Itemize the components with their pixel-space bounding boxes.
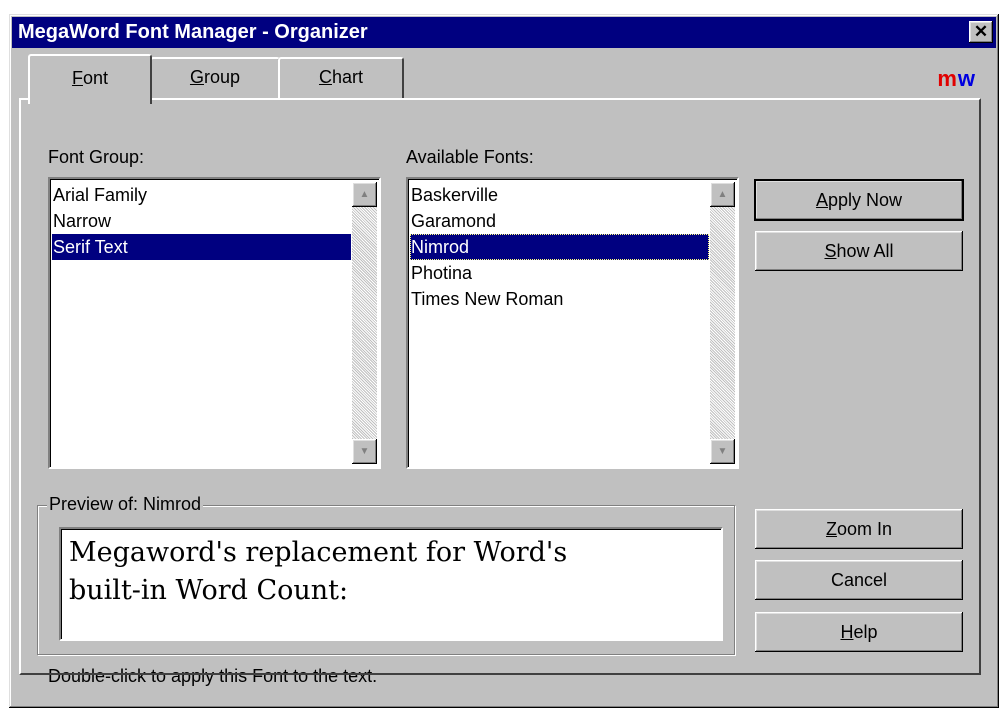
tab-chart[interactable]: Chart <box>278 57 404 100</box>
tab-chart-label: Chart <box>318 67 364 87</box>
window-title: MegaWord Font Manager - Organizer <box>18 21 368 43</box>
megaword-logo: mw <box>937 66 976 91</box>
font-tab-panel <box>19 98 981 675</box>
tab-group-label: Group <box>189 67 241 87</box>
close-icon: ✕ <box>973 22 989 41</box>
close-button[interactable]: ✕ <box>969 21 993 43</box>
title-bar[interactable]: MegaWord Font Manager - Organizer ✕ <box>12 17 996 48</box>
tab-font-label: Font <box>71 68 109 88</box>
tab-font[interactable]: Font <box>28 54 152 104</box>
tab-group[interactable]: Group <box>150 57 280 100</box>
